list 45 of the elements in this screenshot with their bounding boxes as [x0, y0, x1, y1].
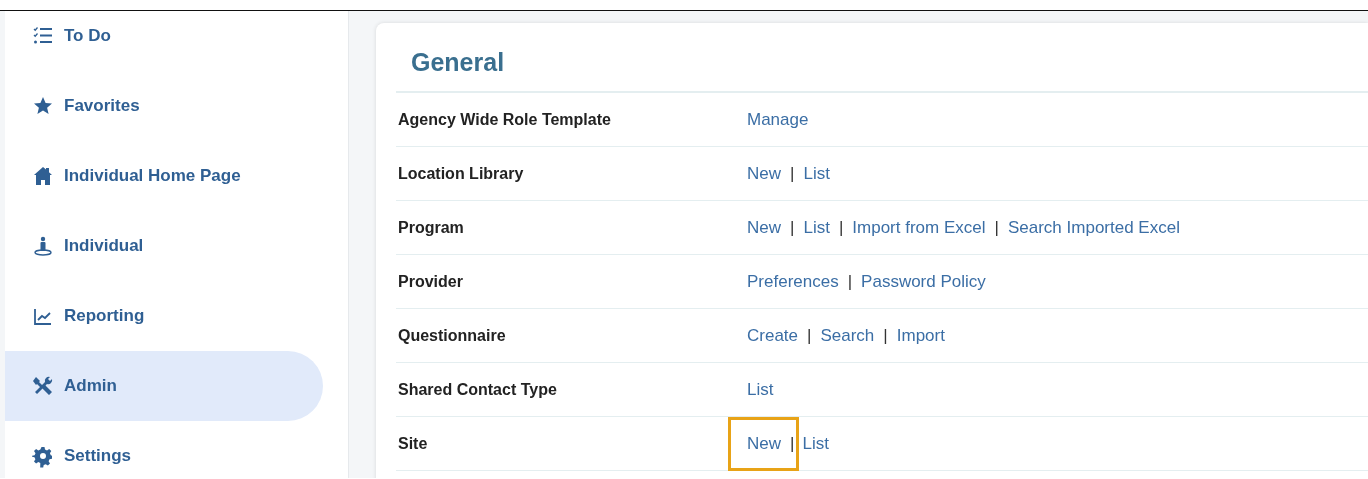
action-link[interactable]: List	[747, 379, 774, 400]
action-link[interactable]: Search Imported Excel	[1007, 217, 1180, 238]
separator: |	[790, 433, 795, 454]
sidebar-item[interactable]: Individual	[5, 211, 323, 281]
action-link[interactable]: Password Policy	[861, 271, 986, 292]
separator: |	[807, 325, 812, 346]
action-link[interactable]: New	[747, 433, 781, 454]
separator: |	[883, 325, 888, 346]
separator: |	[790, 217, 795, 238]
sidebar-item[interactable]: Favorites	[5, 71, 323, 141]
section-title: General	[411, 47, 506, 77]
row-label: Questionnaire	[397, 326, 507, 345]
separator: |	[994, 217, 999, 238]
sidebar-item[interactable]: To Do	[5, 11, 323, 71]
tools-icon	[33, 376, 53, 396]
action-link[interactable]: List	[803, 217, 830, 238]
action-link[interactable]: New	[747, 163, 781, 184]
action-link[interactable]: Search	[820, 325, 875, 346]
house-icon	[33, 166, 53, 186]
action-link[interactable]: Manage	[747, 109, 809, 130]
row-label: Provider	[397, 272, 464, 291]
action-link[interactable]: List	[803, 163, 830, 184]
action-link[interactable]: New	[747, 217, 781, 238]
row-label: Program	[397, 218, 465, 237]
separator: |	[838, 217, 844, 238]
star-icon	[33, 96, 53, 116]
action-link[interactable]: Create	[747, 325, 799, 346]
chart-icon	[33, 306, 53, 326]
row-label: Shared Contact Type	[397, 380, 558, 399]
checklist-icon	[33, 26, 53, 46]
separator: |	[847, 271, 853, 292]
action-link[interactable]: Import from Excel	[852, 217, 986, 238]
action-link[interactable]: Preferences	[747, 271, 839, 292]
person-icon	[33, 236, 53, 256]
sidebar-item[interactable]: Admin	[5, 351, 323, 421]
row-label: Agency Wide Role Template	[397, 110, 612, 129]
sidebar-item[interactable]: Individual Home Page	[5, 141, 323, 211]
sidebar-item[interactable]: Settings	[5, 421, 323, 478]
settings-icon	[33, 446, 53, 466]
row-label: Site	[397, 434, 429, 453]
sidebar-item[interactable]: Reporting	[5, 281, 323, 351]
action-link[interactable]: Import	[896, 325, 945, 346]
separator: |	[790, 163, 795, 184]
action-link[interactable]: List	[802, 433, 829, 454]
row-label: Location Library	[397, 164, 525, 183]
